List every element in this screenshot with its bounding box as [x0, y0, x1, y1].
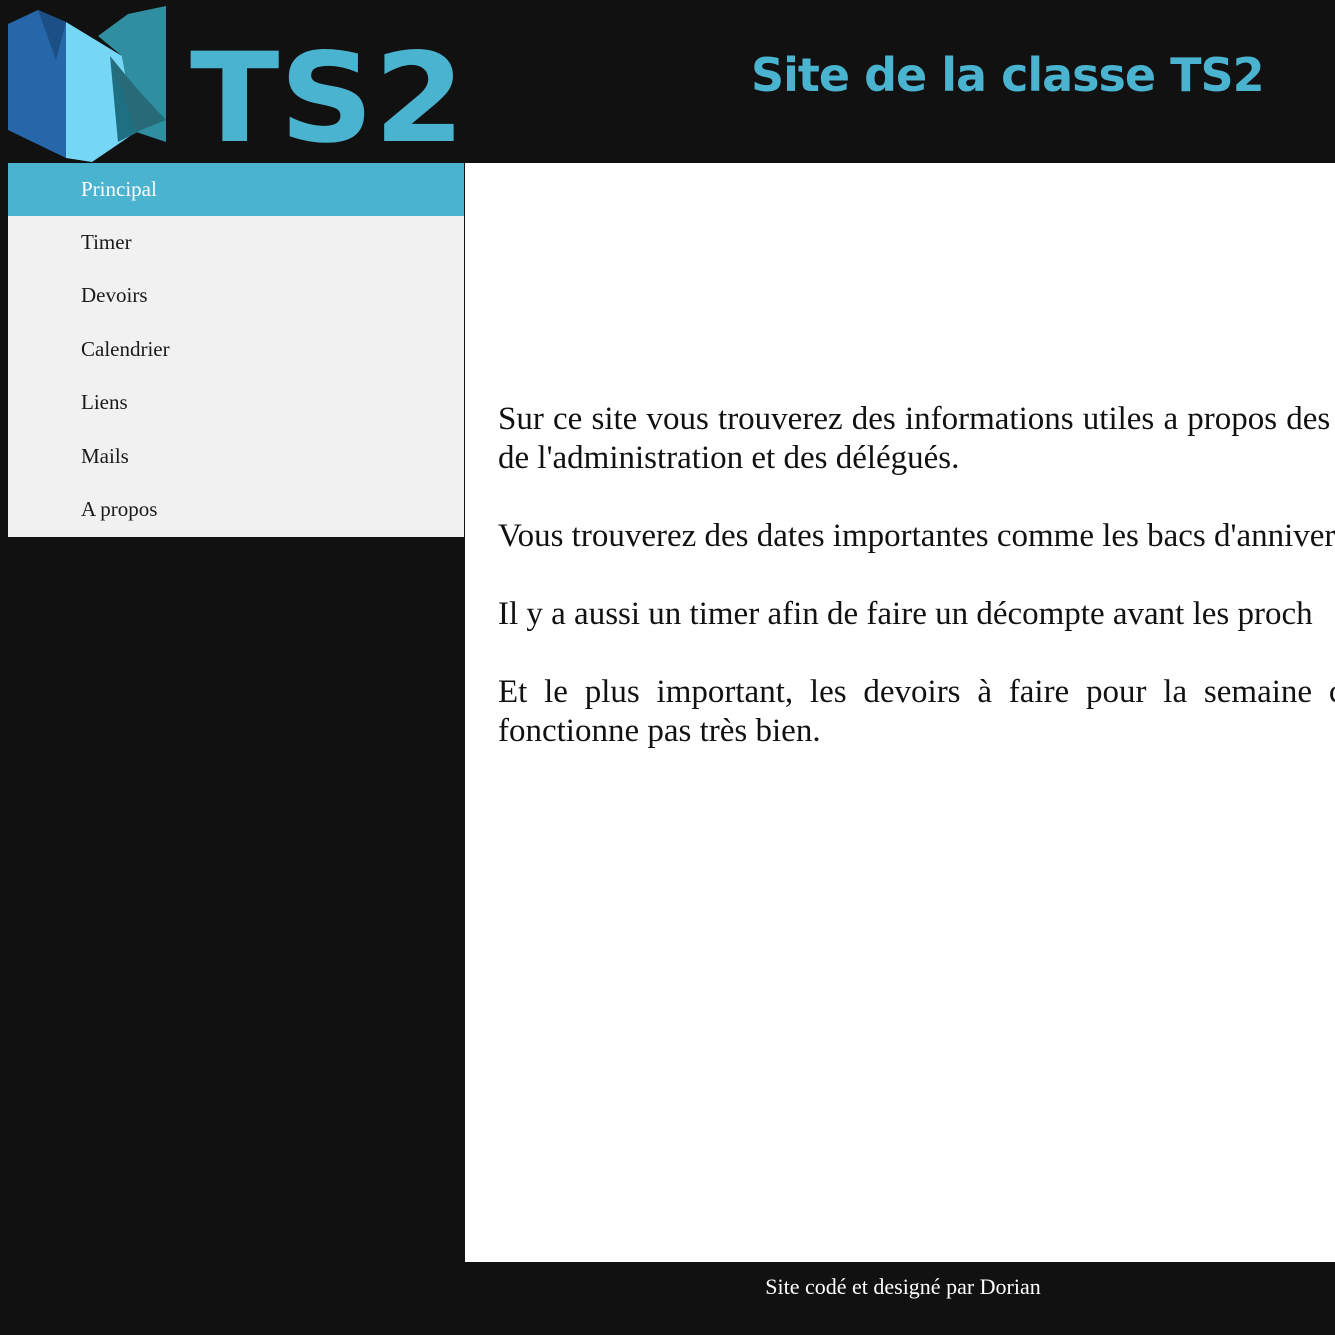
- main-content: Sur ce site vous trouverez des informati…: [465, 163, 1335, 1262]
- sidebar-item-a-propos[interactable]: A propos: [8, 483, 464, 536]
- ts2-logo[interactable]: TS2: [0, 0, 470, 171]
- sidebar-item-timer[interactable]: Timer: [8, 216, 464, 269]
- paragraph-dates: Vous trouverez des dates importantes com…: [498, 518, 1335, 554]
- site-title: Site de la classe TS2: [751, 48, 1265, 102]
- ts2-logo-graphic: TS2: [8, 6, 465, 171]
- paragraph-timer: Il y a aussi un timer afin de faire un d…: [498, 596, 1313, 632]
- paragraph-devoirs: Et le plus important, les devoirs à fair…: [498, 674, 1335, 749]
- sidebar-item-devoirs[interactable]: Devoirs: [8, 269, 464, 322]
- sidebar-nav: Principal Timer Devoirs Calendrier Liens…: [8, 163, 464, 537]
- sidebar-item-principal[interactable]: Principal: [8, 163, 464, 216]
- sidebar-item-calendrier[interactable]: Calendrier: [8, 323, 464, 376]
- sidebar-item-liens[interactable]: Liens: [8, 376, 464, 429]
- sidebar-item-mails[interactable]: Mails: [8, 430, 464, 483]
- logo-text: TS2: [190, 27, 465, 163]
- paragraph-informations: Sur ce site vous trouverez des informati…: [498, 401, 1335, 476]
- intro-text: Sur ce site vous trouverez des informati…: [498, 400, 1335, 790]
- footer-credit: Site codé et designé par Dorian: [765, 1274, 1041, 1299]
